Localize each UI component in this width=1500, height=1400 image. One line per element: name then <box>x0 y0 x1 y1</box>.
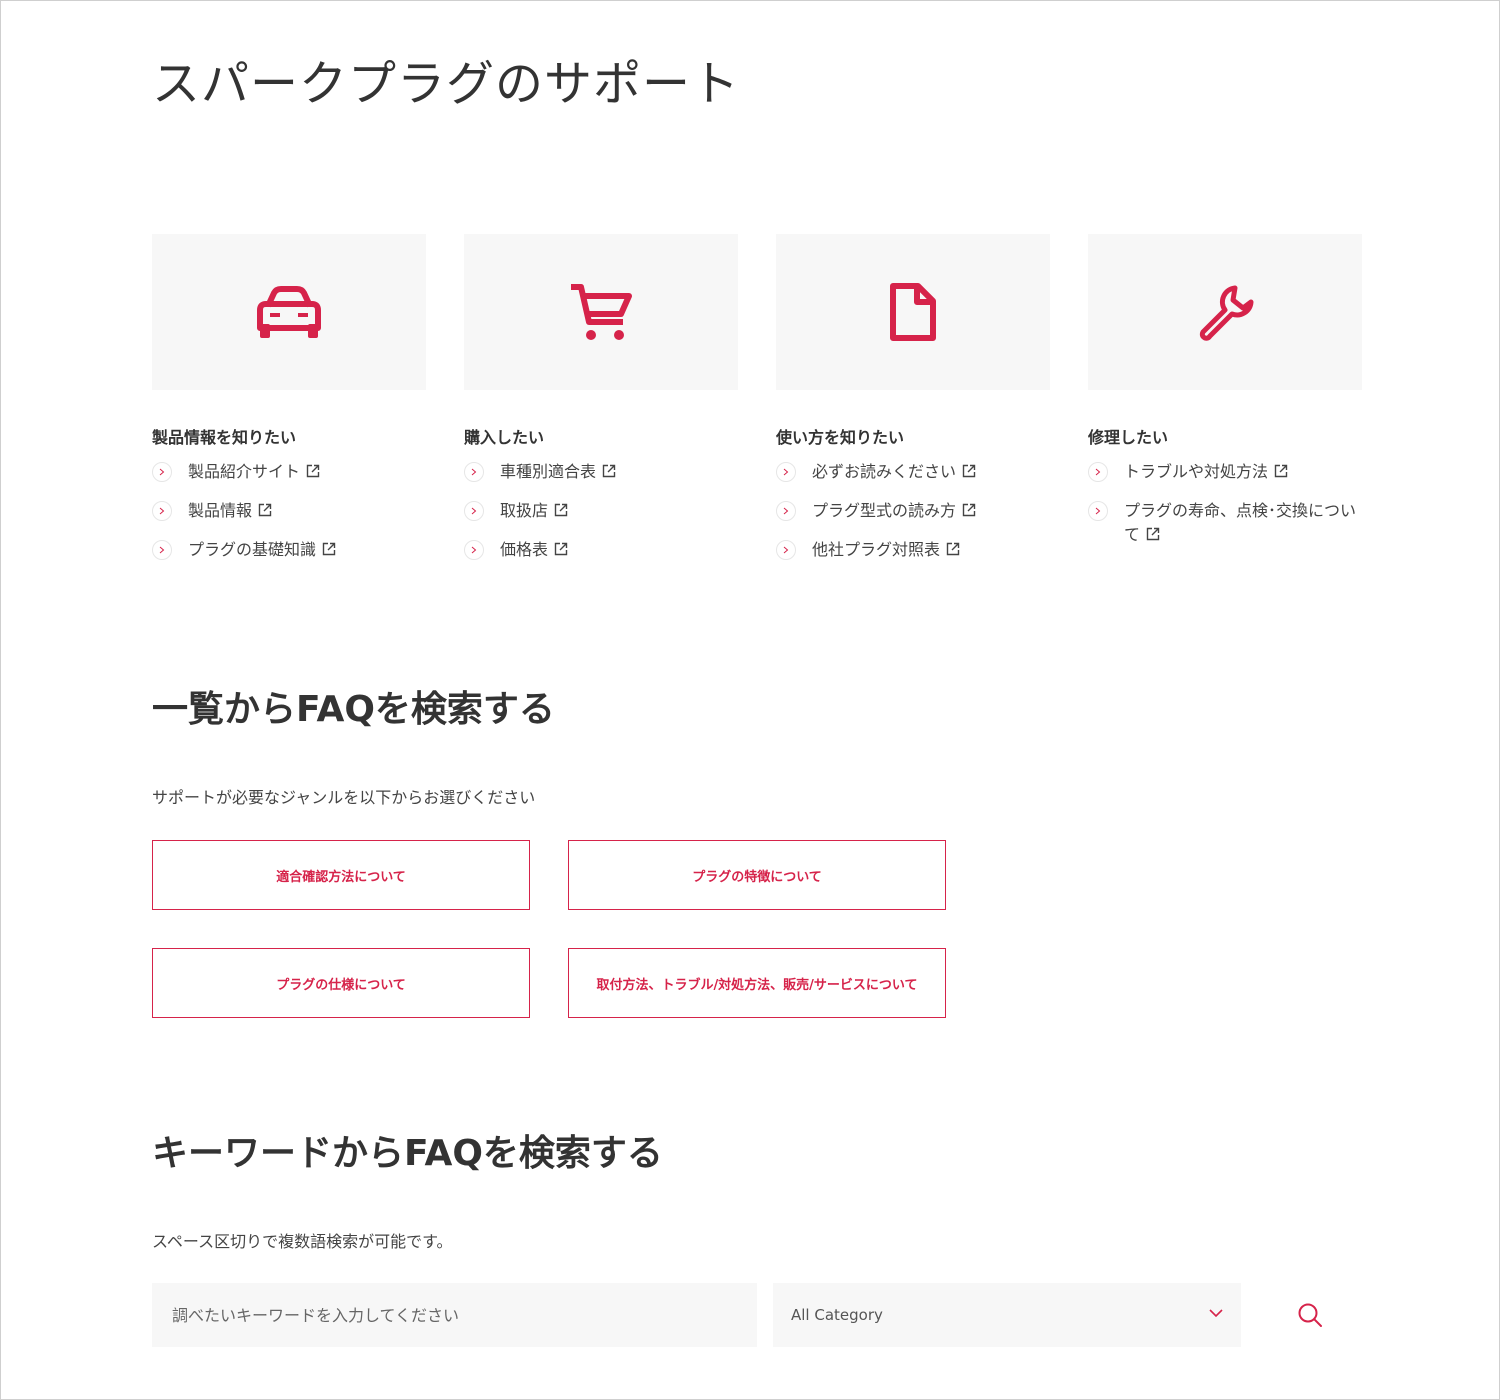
external-link-icon <box>962 464 976 478</box>
chevron-down-icon <box>1209 1309 1223 1318</box>
link-troubleshooting[interactable]: トラブルや対処方法 <box>1088 460 1362 484</box>
link-must-read[interactable]: 必ずお読みください <box>776 460 1050 484</box>
chevron-right-icon <box>152 462 172 482</box>
card-product-info-tile[interactable] <box>152 234 426 390</box>
link-plug-lifespan[interactable]: プラグの寿命、点検･交換について <box>1088 499 1362 547</box>
faq-list-description: サポートが必要なジャンルを以下からお選びください <box>152 788 536 807</box>
card-purchase: 購入したい 車種別適合表 取扱店 価格表 <box>464 234 738 577</box>
external-link-icon <box>602 464 616 478</box>
link-plug-basics[interactable]: プラグの基礎知識 <box>152 538 426 562</box>
link-label: 必ずお読みください <box>812 462 957 481</box>
genre-button-compatibility[interactable]: 適合確認方法について <box>152 840 530 910</box>
card-links: トラブルや対処方法 プラグの寿命、点検･交換について <box>1088 460 1362 547</box>
chevron-right-icon <box>1088 501 1108 521</box>
external-link-icon <box>1146 527 1160 541</box>
link-product-site[interactable]: 製品紹介サイト <box>152 460 426 484</box>
keyword-search-input[interactable] <box>152 1283 757 1347</box>
genre-button-features[interactable]: プラグの特徴について <box>568 840 946 910</box>
link-label: 製品情報 <box>188 501 253 520</box>
card-product-info: 製品情報を知りたい 製品紹介サイト 製品情報 プラグの基礎知識 <box>152 234 426 577</box>
card-title: 購入したい <box>464 428 545 447</box>
card-repair: 修理したい トラブルや対処方法 プラグの寿命、点検･交換について <box>1088 234 1362 577</box>
link-label: プラグの基礎知識 <box>188 540 317 559</box>
search-button[interactable] <box>1284 1289 1336 1341</box>
link-label: 価格表 <box>500 540 549 559</box>
card-title: 製品情報を知りたい <box>152 428 297 447</box>
category-select-value: All Category <box>791 1306 883 1324</box>
card-usage-tile[interactable] <box>776 234 1050 390</box>
chevron-right-icon <box>776 462 796 482</box>
link-label: 他社プラグ対照表 <box>812 540 941 559</box>
link-label: トラブルや対処方法 <box>1124 462 1269 481</box>
external-link-icon <box>554 542 568 556</box>
link-cross-reference[interactable]: 他社プラグ対照表 <box>776 538 1050 562</box>
external-link-icon <box>1274 464 1288 478</box>
external-link-icon <box>962 503 976 517</box>
chevron-right-icon <box>776 540 796 560</box>
support-cards: 製品情報を知りたい 製品紹介サイト 製品情報 プラグの基礎知識 購入したい 車種… <box>152 234 1362 577</box>
faq-keyword-description: スペース区切りで複数語検索が可能です。 <box>152 1232 453 1251</box>
external-link-icon <box>554 503 568 517</box>
external-link-icon <box>258 503 272 517</box>
link-label: 取扱店 <box>500 501 549 520</box>
card-title: 使い方を知りたい <box>776 428 905 447</box>
category-select[interactable]: All Category <box>773 1283 1241 1347</box>
card-title: 修理したい <box>1088 428 1169 447</box>
car-icon <box>257 286 321 338</box>
card-links: 必ずお読みください プラグ型式の読み方 他社プラグ対照表 <box>776 460 1050 562</box>
chevron-right-icon <box>464 540 484 560</box>
chevron-right-icon <box>152 540 172 560</box>
card-usage: 使い方を知りたい 必ずお読みください プラグ型式の読み方 他社プラグ対照表 <box>776 234 1050 577</box>
document-icon <box>890 283 936 341</box>
cart-icon <box>571 284 632 340</box>
link-price-list[interactable]: 価格表 <box>464 538 738 562</box>
link-vehicle-compat[interactable]: 車種別適合表 <box>464 460 738 484</box>
link-dealers[interactable]: 取扱店 <box>464 499 738 523</box>
card-links: 車種別適合表 取扱店 価格表 <box>464 460 738 562</box>
external-link-icon <box>322 542 336 556</box>
genre-button-specs[interactable]: プラグの仕様について <box>152 948 530 1018</box>
chevron-right-icon <box>464 501 484 521</box>
faq-keyword-title: キーワードからFAQを検索する <box>152 1133 663 1174</box>
card-repair-tile[interactable] <box>1088 234 1362 390</box>
link-product-info[interactable]: 製品情報 <box>152 499 426 523</box>
external-link-icon <box>306 464 320 478</box>
link-label: プラグ型式の読み方 <box>812 501 957 520</box>
external-link-icon <box>946 542 960 556</box>
page-title: スパークプラグのサポート <box>152 56 741 112</box>
chevron-right-icon <box>1088 462 1108 482</box>
chevron-right-icon <box>152 501 172 521</box>
link-label: 製品紹介サイト <box>188 462 301 481</box>
genre-button-installation-service[interactable]: 取付方法、トラブル/対処方法、販売/サービスについて <box>568 948 946 1018</box>
faq-list-title: 一覧からFAQを検索する <box>152 689 555 730</box>
link-label: 車種別適合表 <box>500 462 597 481</box>
link-model-reading[interactable]: プラグ型式の読み方 <box>776 499 1050 523</box>
wrench-icon <box>1199 285 1254 341</box>
card-links: 製品紹介サイト 製品情報 プラグの基礎知識 <box>152 460 426 562</box>
chevron-right-icon <box>776 501 796 521</box>
card-purchase-tile[interactable] <box>464 234 738 390</box>
chevron-right-icon <box>464 462 484 482</box>
search-icon <box>1298 1303 1322 1327</box>
